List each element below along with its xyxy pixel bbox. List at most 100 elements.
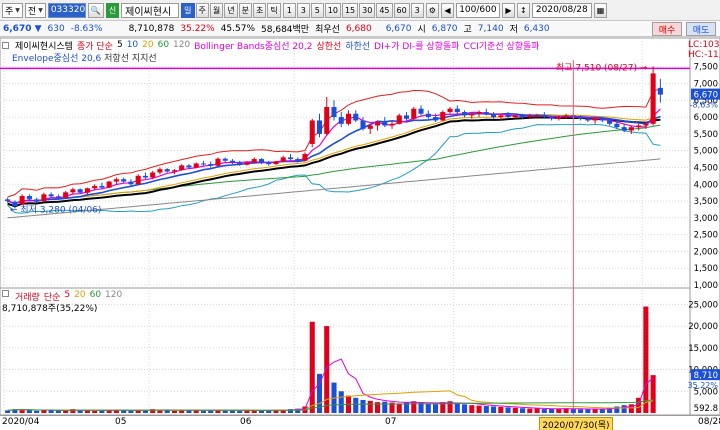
candle-body [585, 118, 591, 121]
candle-body [491, 113, 497, 118]
volume-bar [382, 401, 388, 413]
volume-bar [454, 403, 460, 413]
volume-bar [63, 410, 69, 413]
legend-cci: CCI기준선 상향돌파 [463, 41, 540, 52]
candle-body [324, 107, 330, 134]
candle-body [121, 179, 127, 182]
candle-body [280, 157, 286, 162]
candle-body [549, 117, 555, 119]
volume-bar [55, 410, 61, 413]
price-chart[interactable]: 최고 7,510 (08/27) → ← 최저 3,280 (04/06) 7,50… [0, 0, 720, 430]
volume-bar [592, 409, 598, 413]
candle-body [636, 125, 642, 128]
legend-vol-ma-120: 120 [105, 290, 123, 300]
candle-body [541, 115, 547, 118]
candle-body [505, 115, 511, 118]
candle-body [55, 196, 61, 198]
legend-ma-20: 20 [142, 40, 154, 50]
volume-bar [541, 409, 547, 413]
max-price-label: 최고 7,510 (08/27) → [556, 62, 648, 73]
volume-bar [534, 408, 540, 413]
volume-bar [367, 400, 373, 413]
candle-body [157, 169, 163, 173]
current-price-tag: 6,670 [694, 91, 718, 101]
candle-body [244, 162, 250, 165]
candle-body [440, 112, 446, 121]
ma-thick-line [7, 116, 661, 208]
candle-body [650, 73, 656, 124]
candle-body [164, 169, 170, 172]
volume-bar [505, 407, 511, 413]
candle-body [208, 164, 214, 166]
volume-bar [476, 405, 482, 413]
volume-bar [41, 410, 47, 413]
price-tick-label: 5,000 [694, 147, 718, 157]
candle-body [215, 158, 221, 166]
candle-body [331, 107, 337, 118]
x-tick-label: 08/28 [698, 417, 720, 427]
price-legend: 제이씨현시스템 종가 단순 5 10 20 60 120 Bollinger Bands… [0, 39, 690, 52]
volume-bar [200, 410, 206, 413]
volume-bar [360, 399, 366, 413]
candle-body [527, 115, 533, 118]
candle-body [643, 123, 649, 126]
candle-body [621, 127, 627, 131]
candle-body [273, 161, 279, 165]
price-tick-label: 2,500 [694, 231, 718, 241]
candle-body [186, 165, 192, 168]
legend-ma-periods: 5 10 20 60 120 [117, 40, 190, 50]
candle-body [578, 117, 584, 119]
volume-bar [164, 410, 170, 413]
volume-bar [498, 406, 504, 413]
legend-box-icon [2, 41, 9, 49]
bollinger-lower-line [7, 123, 661, 214]
volume-bottom-tag: 592.8 [694, 404, 718, 414]
volume-bar [585, 409, 591, 413]
envelope-legend: Envelope중심선 20,6 저항선 지지선 [0, 51, 157, 64]
volume-bar [483, 406, 489, 413]
candle-body [19, 196, 25, 205]
volume-bar [258, 410, 265, 413]
x-axis: 2020/04 05 06 07 08/28 2020/07/30(목) [0, 415, 720, 430]
volume-bar [84, 410, 90, 413]
volume-bar [208, 410, 214, 413]
candle-body [150, 172, 156, 178]
legend-stock-name: 제이씨현시스템 [15, 41, 73, 52]
volume-bar [650, 375, 656, 413]
volume-bar [121, 410, 127, 413]
candle-body [367, 125, 373, 129]
candle-body [411, 108, 417, 119]
candle-body [63, 192, 69, 198]
volume-bar [643, 306, 649, 413]
volume-bar [418, 403, 424, 413]
candle-body [374, 122, 381, 126]
legend-bb-lower: 하한선 [345, 41, 371, 52]
volume-bar [621, 405, 627, 413]
candle-body [34, 199, 40, 202]
price-tick-label: 7,000 [694, 80, 718, 90]
x-tick-label: 06 [240, 417, 252, 427]
min-price-label: ← 최저 3,280 (04/06) [10, 204, 101, 215]
candle-body [135, 175, 141, 185]
volume-bar [396, 403, 402, 413]
price-tick-label: 5,500 [694, 130, 718, 140]
hc-label: HC:-11, [688, 50, 720, 60]
candle-body [476, 112, 482, 114]
x-tick-label: 05 [115, 417, 127, 427]
candle-body [382, 122, 388, 126]
volume-bar [570, 409, 576, 413]
volume-bar [425, 403, 431, 413]
candle-body [316, 120, 323, 134]
candle-body [295, 159, 301, 161]
chart-window: 주 ▼ 전 ▼ 033320 🔍 신 제이씨현시 일주월년분초틱 1 3 5 10 15 30… [0, 0, 720, 430]
price-tick-label: 4,500 [694, 163, 718, 173]
legend-env-upper: 저항선 [104, 54, 129, 64]
current-pct-tag: -8,63% [690, 101, 719, 110]
volume-bar [462, 404, 468, 413]
legend-envelope: Envelope중심선 20,6 [12, 54, 102, 64]
volume-bar [353, 397, 359, 413]
volume-bar [92, 410, 98, 413]
candle-body [462, 112, 468, 116]
price-tick-label: 4,000 [694, 180, 718, 190]
candle-body [425, 113, 431, 118]
